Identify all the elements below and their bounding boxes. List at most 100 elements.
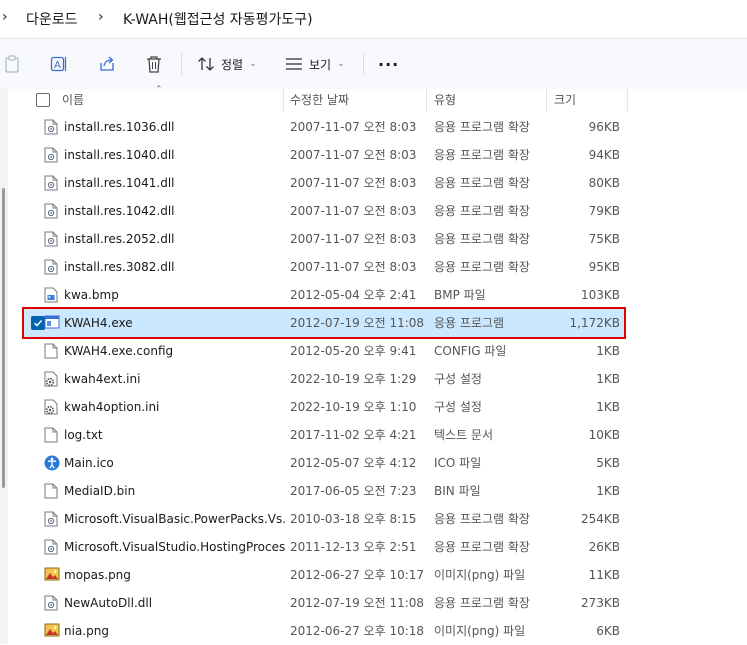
sort-ascending-icon: ⌃ — [155, 85, 163, 95]
dll-icon — [44, 175, 58, 191]
trash-icon — [147, 56, 161, 73]
select-all-checkbox[interactable] — [36, 93, 50, 107]
file-type: 응용 프로그램 확장 — [434, 512, 530, 526]
file-name: mopas.png — [64, 568, 131, 582]
file-size: 1KB — [596, 344, 620, 358]
breadcrumb: › 다운로드 › K-WAH(웹접근성 자동평가도구) — [0, 0, 747, 38]
file-date: 2012-06-27 오후 10:18 — [290, 624, 425, 638]
file-type: 이미지(png) 파일 — [434, 568, 526, 582]
file-name: install.res.3082.dll — [64, 260, 175, 274]
file-type: 텍스트 문서 — [434, 428, 494, 442]
file-type: 응용 프로그램 확장 — [434, 204, 530, 218]
more-options-button[interactable]: ··· — [378, 51, 399, 77]
column-size-header[interactable]: 크기 — [554, 88, 576, 112]
file-row[interactable]: MediaID.bin 2017-06-05 오전 7:23 BIN 파일 1KB — [24, 477, 624, 505]
column-type-header[interactable]: 유형 — [434, 88, 456, 112]
view-button[interactable]: 보기 ⌄ — [285, 51, 345, 77]
png-icon — [44, 567, 60, 583]
file-date: 2007-11-07 오전 8:03 — [290, 120, 417, 134]
file-row[interactable]: KWAH4.exe 2012-07-19 오전 11:08 응용 프로그램 1,172… — [22, 307, 626, 339]
navigation-pane-scrollbar[interactable] — [0, 88, 8, 644]
file-row[interactable]: NewAutoDll.dll 2012-07-19 오전 11:08 응용 프로그램… — [24, 589, 624, 617]
file-name: install.res.1042.dll — [64, 204, 175, 218]
file-date: 2012-05-20 오후 9:41 — [290, 344, 417, 358]
toolbar-separator — [181, 53, 182, 75]
ini-gear-icon — [44, 371, 58, 387]
breadcrumb-item-downloads[interactable]: 다운로드 — [26, 9, 78, 29]
file-row[interactable]: install.res.1041.dll 2007-11-07 오전 8:03 응용… — [24, 169, 624, 197]
chevron-down-icon: ⌄ — [337, 59, 345, 69]
file-type: 응용 프로그램 확장 — [434, 176, 530, 190]
file-icon — [44, 427, 58, 443]
file-name: Main.ico — [64, 456, 114, 470]
file-date: 2017-11-02 오후 4:21 — [290, 428, 417, 442]
file-row[interactable]: Microsoft.VisualStudio.HostingProces... 2… — [24, 533, 624, 561]
file-row[interactable]: kwa.bmp 2012-05-04 오후 2:41 BMP 파일 103KB — [24, 281, 624, 309]
rename-button[interactable]: A — [50, 51, 68, 77]
file-row[interactable]: install.res.3082.dll 2007-11-07 오전 8:03 응용… — [24, 253, 624, 281]
file-size: 1KB — [596, 372, 620, 386]
file-row[interactable]: mopas.png 2012-06-27 오후 10:17 이미지(png) 파일 1… — [24, 561, 624, 589]
sort-icon — [198, 57, 214, 71]
ini-gear-icon — [44, 399, 58, 415]
chevron-down-icon: ⌄ — [249, 59, 257, 69]
delete-button[interactable] — [146, 51, 162, 77]
file-date: 2022-10-19 오후 1:29 — [290, 372, 417, 386]
file-size: 10KB — [588, 428, 620, 442]
file-row[interactable]: KWAH4.exe.config 2012-05-20 오후 9:41 CONFIG… — [24, 337, 624, 365]
file-type: 응용 프로그램 — [434, 316, 505, 330]
command-bar: A 정렬 ⌄ 보기 ⌄ ··· — [0, 38, 747, 89]
file-type: 응용 프로그램 확장 — [434, 596, 530, 610]
file-size: 80KB — [588, 176, 620, 190]
file-row[interactable]: kwah4ext.ini 2022-10-19 오후 1:29 구성 설정 1KB — [24, 365, 624, 393]
file-date: 2017-06-05 오전 7:23 — [290, 484, 417, 498]
file-date: 2007-11-07 오전 8:03 — [290, 232, 417, 246]
column-name-header[interactable]: 이름 — [62, 88, 84, 112]
column-divider[interactable] — [426, 88, 427, 112]
file-size: 1,172KB — [569, 316, 620, 330]
file-date: 2011-12-13 오후 2:51 — [290, 540, 417, 554]
file-name: MediaID.bin — [64, 484, 136, 498]
sort-label: 정렬 — [221, 57, 244, 72]
file-row[interactable]: nia.png 2012-06-27 오후 10:18 이미지(png) 파일 6KB — [24, 617, 624, 645]
column-divider[interactable] — [283, 88, 284, 112]
chevron-right-icon[interactable]: › — [2, 9, 8, 25]
file-name: install.res.2052.dll — [64, 232, 175, 246]
file-row[interactable]: kwah4option.ini 2022-10-19 오후 1:10 구성 설정 1K… — [24, 393, 624, 421]
chevron-right-icon[interactable]: › — [98, 9, 104, 25]
file-row[interactable]: log.txt 2017-11-02 오후 4:21 텍스트 문서 10KB — [24, 421, 624, 449]
breadcrumb-item-kwah[interactable]: K-WAH(웹접근성 자동평가도구) — [123, 9, 313, 29]
file-size: 94KB — [588, 148, 620, 162]
file-row[interactable]: Main.ico 2012-05-07 오후 4:12 ICO 파일 5KB — [24, 449, 624, 477]
row-checkbox[interactable] — [31, 316, 45, 330]
file-date: 2012-06-27 오후 10:17 — [290, 568, 425, 582]
file-row[interactable]: install.res.2052.dll 2007-11-07 오전 8:03 응용… — [24, 225, 624, 253]
file-row[interactable]: install.res.1042.dll 2007-11-07 오전 8:03 응용… — [24, 197, 624, 225]
file-row[interactable]: install.res.1036.dll 2007-11-07 오전 8:03 응용… — [24, 113, 624, 141]
bmp-icon — [44, 287, 58, 303]
file-date: 2007-11-07 오전 8:03 — [290, 260, 417, 274]
file-row[interactable]: install.res.1040.dll 2007-11-07 오전 8:03 응용… — [24, 141, 624, 169]
file-size: 79KB — [588, 204, 620, 218]
column-divider[interactable] — [546, 88, 547, 112]
sort-button[interactable]: 정렬 ⌄ — [197, 51, 257, 77]
column-divider[interactable] — [627, 88, 628, 112]
file-name: log.txt — [64, 428, 103, 442]
file-name: install.res.1036.dll — [64, 120, 175, 134]
file-date: 2022-10-19 오후 1:10 — [290, 400, 417, 414]
paste-button[interactable] — [4, 51, 20, 77]
column-date-header[interactable]: 수정한 날짜 — [290, 88, 349, 112]
file-name: kwah4ext.ini — [64, 372, 141, 386]
file-row[interactable]: Microsoft.VisualBasic.PowerPacks.Vs.dll 2… — [24, 505, 624, 533]
dll-icon — [44, 203, 58, 219]
file-icon — [44, 483, 58, 499]
file-icon — [44, 343, 58, 359]
file-type: 이미지(png) 파일 — [434, 624, 526, 638]
file-size: 96KB — [588, 120, 620, 134]
share-button[interactable] — [98, 51, 116, 77]
scrollbar-thumb[interactable] — [2, 188, 5, 488]
file-type: 응용 프로그램 확장 — [434, 120, 530, 134]
file-name: NewAutoDll.dll — [64, 596, 153, 610]
file-type: 응용 프로그램 확장 — [434, 540, 530, 554]
accessibility-icon — [44, 455, 60, 471]
